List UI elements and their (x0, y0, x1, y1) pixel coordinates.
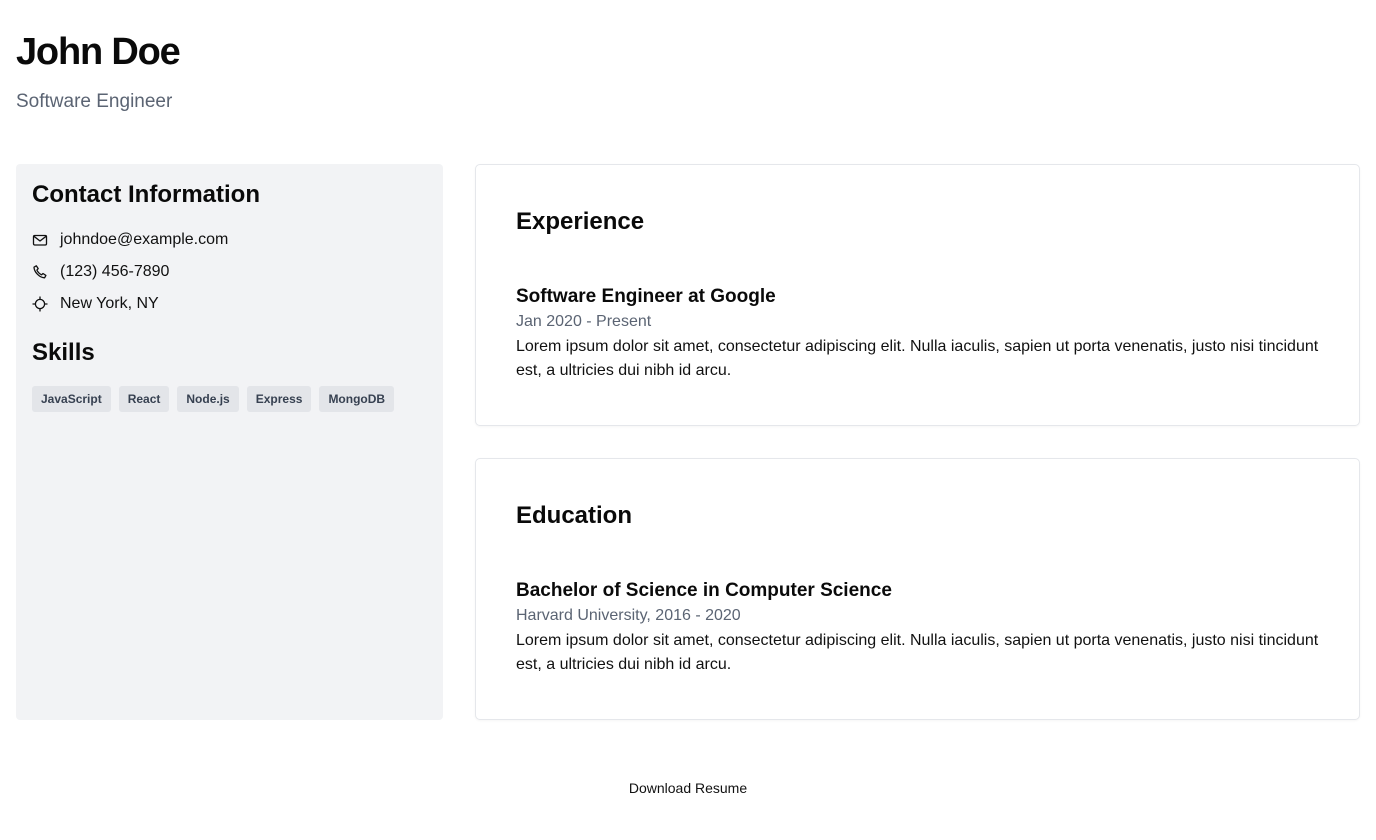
mail-icon (32, 232, 48, 248)
contact-phone: (123) 456-7890 (32, 256, 427, 288)
skill-tag: Node.js (177, 386, 239, 412)
contact-location: New York, NY (32, 288, 427, 320)
experience-card: Experience Software Engineer at Google J… (475, 164, 1360, 426)
education-degree: Bachelor of Science in Computer Science (516, 580, 892, 601)
education-heading: Education (516, 502, 633, 529)
experience-heading: Experience (516, 208, 645, 235)
experience-role: Software Engineer at Google (516, 286, 776, 307)
education-card: Education Bachelor of Science in Compute… (475, 458, 1360, 720)
job-title: Software Engineer (16, 91, 173, 112)
contact-list: johndoe@example.com (123) 456-7890 New Y… (32, 224, 427, 320)
contact-email: johndoe@example.com (32, 224, 427, 256)
skill-tag: JavaScript (32, 386, 111, 412)
skill-tags: JavaScript React Node.js Express MongoDB (32, 386, 427, 412)
education-description: Lorem ipsum dolor sit amet, consectetur … (516, 632, 1319, 673)
contact-phone-text: (123) 456-7890 (60, 263, 170, 280)
phone-icon (32, 264, 48, 280)
skill-tag: MongoDB (319, 386, 395, 412)
resume-page: John Doe Software Engineer Contact Infor… (0, 0, 1376, 840)
experience-dates: Jan 2020 - Present (516, 313, 652, 330)
education-school: Harvard University, 2016 - 2020 (516, 607, 741, 624)
sidebar: Contact Information johndoe@example.com (16, 164, 443, 720)
contact-email-text: johndoe@example.com (60, 231, 229, 248)
download-area: Download Resume (0, 776, 1376, 800)
download-resume-button[interactable]: Download Resume (629, 780, 747, 796)
skill-tag: Express (246, 386, 312, 412)
contact-location-text: New York, NY (60, 295, 159, 312)
experience-description: Lorem ipsum dolor sit amet, consectetur … (516, 338, 1319, 379)
skills-heading: Skills (32, 339, 95, 366)
location-icon (32, 296, 48, 312)
skill-tag: React (118, 386, 170, 412)
page-title: John Doe (16, 31, 181, 73)
contact-information-heading: Contact Information (32, 181, 260, 208)
